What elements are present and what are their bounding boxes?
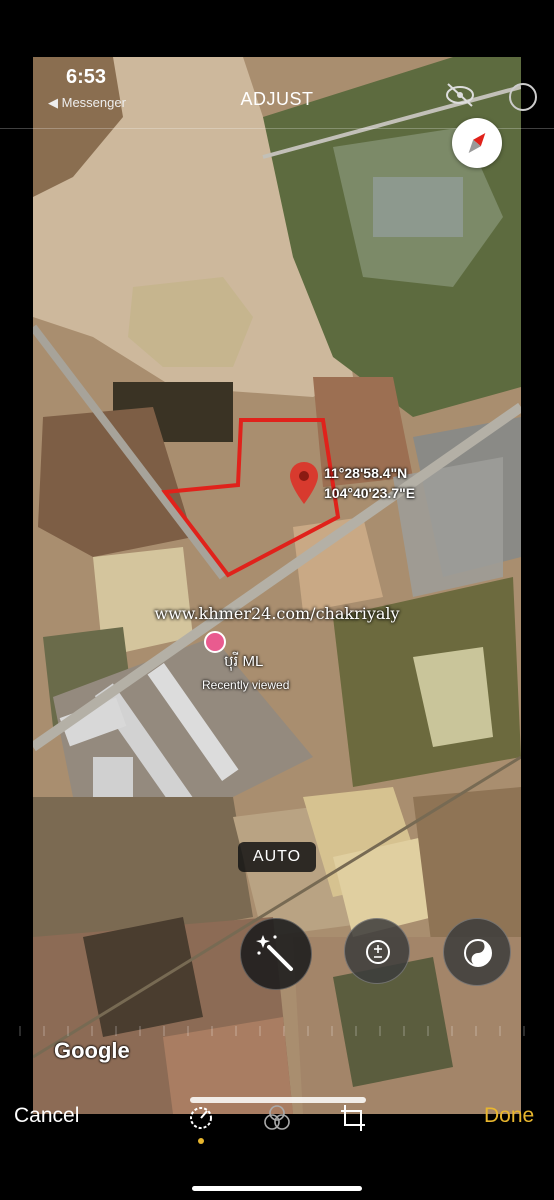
photo-editor-screen: 6:53 ◀ Messenger ADJUST 11°28'58.4"N 104… bbox=[0, 0, 554, 1200]
cancel-button[interactable]: Cancel bbox=[14, 1104, 79, 1128]
latitude-text: 11°28'58.4"N bbox=[324, 465, 408, 481]
exposure-icon bbox=[366, 940, 390, 964]
coordinates-label: 11°28'58.4"N 104°40'23.7"E bbox=[324, 463, 415, 503]
status-time: 6:53 bbox=[66, 66, 107, 88]
auto-badge: AUTO bbox=[238, 842, 316, 872]
magic-wand-icon bbox=[256, 935, 293, 971]
crop-icon[interactable] bbox=[336, 1102, 370, 1134]
longitude-text: 104°40'23.7"E bbox=[324, 485, 416, 501]
adjust-icon[interactable] bbox=[184, 1102, 218, 1134]
place-marker-icon bbox=[204, 631, 226, 653]
place-name: បុរី ML bbox=[224, 653, 264, 670]
home-indicator bbox=[192, 1186, 362, 1191]
exposure-button[interactable] bbox=[344, 918, 410, 984]
filters-icon[interactable] bbox=[260, 1102, 294, 1134]
location-pin-icon bbox=[290, 462, 318, 504]
done-button[interactable]: Done bbox=[484, 1104, 534, 1128]
watermark-text: www.khmer24.com/chakriyaly bbox=[154, 604, 400, 623]
page-title: ADJUST bbox=[240, 89, 314, 109]
google-logo: Google bbox=[54, 1038, 130, 1063]
brilliance-icon bbox=[464, 939, 492, 967]
compass-icon[interactable] bbox=[452, 118, 502, 168]
active-mode-dot bbox=[198, 1138, 204, 1144]
place-subtitle: Recently viewed bbox=[202, 678, 290, 692]
brilliance-button[interactable] bbox=[443, 918, 511, 986]
auto-enhance-button[interactable] bbox=[240, 918, 312, 990]
